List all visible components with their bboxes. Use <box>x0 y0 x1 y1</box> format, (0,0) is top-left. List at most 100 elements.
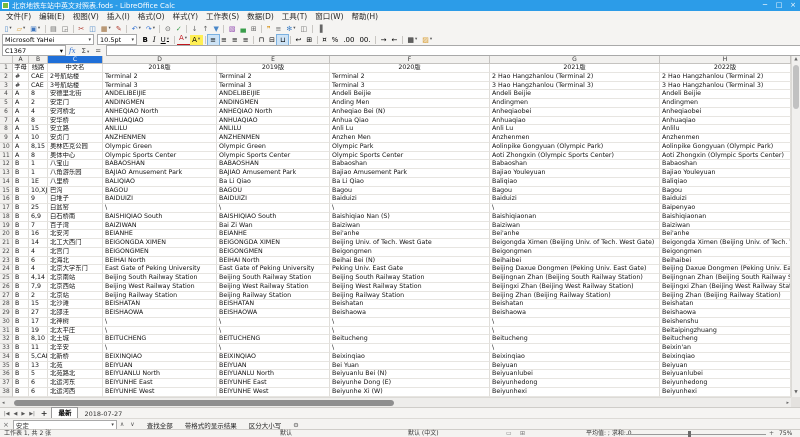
cell[interactable]: 4 <box>29 265 48 274</box>
cell[interactable]: Baiziwan <box>330 222 490 231</box>
cell[interactable]: 北京南站 <box>48 274 103 283</box>
cell[interactable]: Beiyunhexi <box>660 388 791 397</box>
row-header-19[interactable]: 19 <box>0 222 13 231</box>
cell[interactable]: \ <box>330 204 490 213</box>
function-wizard-button[interactable]: fx <box>66 47 79 55</box>
sidebar-button[interactable]: ▐ <box>315 24 325 34</box>
cell[interactable]: BAJIAO Amusement Park <box>103 169 217 178</box>
cell[interactable]: 17 <box>29 318 48 327</box>
cell[interactable]: 北京西站 <box>48 283 103 292</box>
cell[interactable]: BAIZIWAN <box>103 222 217 231</box>
cell[interactable]: 八宝山 <box>48 160 103 169</box>
cell[interactable]: Bai Zi Wan <box>217 222 330 231</box>
row-header-37[interactable]: 37 <box>0 379 13 388</box>
cell[interactable]: BEIYUAN <box>103 362 217 371</box>
cell[interactable]: BEIHAI North <box>217 257 330 266</box>
cell[interactable]: Beijing Daxue Dongmen (Peking Univ. East… <box>490 265 660 274</box>
cell[interactable]: B <box>13 335 29 344</box>
cell[interactable]: B <box>13 239 29 248</box>
column-header-D[interactable]: D <box>103 56 217 64</box>
cell[interactable]: 4 <box>29 108 48 117</box>
cell[interactable]: 白堆子 <box>48 195 103 204</box>
cell[interactable]: B <box>13 309 29 318</box>
row-header-30[interactable]: 30 <box>0 318 13 327</box>
cell[interactable]: B <box>13 318 29 327</box>
cell[interactable]: 3号航站楼 <box>48 82 103 91</box>
cell[interactable]: Beigongmen <box>330 248 490 257</box>
find-all-button[interactable]: 查找全部 <box>144 420 176 430</box>
menu-item-9[interactable]: 窗口(W) <box>311 11 347 23</box>
cell[interactable]: 6,9 <box>29 213 48 222</box>
cell[interactable]: Olympic Park <box>330 143 490 152</box>
cell[interactable]: BEISHAOWA <box>217 309 330 318</box>
spelling-button[interactable]: ✓ <box>173 24 184 34</box>
cell[interactable]: Babaoshan <box>490 160 660 169</box>
cell[interactable]: 线路 <box>29 64 48 73</box>
cell[interactable]: Peking Univ. East Gate <box>330 265 490 274</box>
cell[interactable]: Beijing South Railway Station <box>103 274 217 283</box>
font-name-combobox[interactable]: Microsoft YaHei ▾ <box>2 34 94 45</box>
cell[interactable]: Beishaowa <box>490 309 660 318</box>
cell[interactable]: Bei Yuan <box>330 362 490 371</box>
cell[interactable]: Anding Men <box>330 99 490 108</box>
cell[interactable]: A <box>13 134 29 143</box>
cut-button[interactable]: ✂ <box>76 24 87 34</box>
formatted-display-checkbox[interactable]: 带格式的显示结果 <box>182 420 240 430</box>
row-header-38[interactable]: 38 <box>0 388 13 397</box>
cell[interactable]: Terminal 3 <box>217 82 330 91</box>
cell[interactable]: 安立路 <box>48 125 103 134</box>
cell[interactable]: \ <box>330 344 490 353</box>
cell[interactable]: B <box>13 187 29 196</box>
cell[interactable]: 1E <box>29 178 48 187</box>
cell[interactable]: A <box>13 117 29 126</box>
menu-item-4[interactable]: 格式(O) <box>134 11 169 23</box>
cell[interactable]: 2 Hao Hangzhanlou (Terminal 2) <box>490 73 660 82</box>
row-header-18[interactable]: 18 <box>0 213 13 222</box>
open-button[interactable]: ▱▾ <box>14 24 28 34</box>
cell[interactable]: Aoti Zhongxin (Olympic Sports Center) <box>490 152 660 161</box>
last-sheet-icon[interactable]: ▶| <box>27 411 37 417</box>
cell[interactable]: Beigongda Ximen (Beijing Univ. of Tech. … <box>660 239 791 248</box>
cell[interactable]: Beijingnan Zhan (Beijing South Railway S… <box>660 274 791 283</box>
cell[interactable]: Beishenshu <box>660 318 791 327</box>
cell[interactable]: Beiyuan <box>660 362 791 371</box>
cell[interactable]: # <box>13 73 29 82</box>
cell[interactable]: 5,CAE <box>29 353 48 362</box>
name-box[interactable]: C1367 ▾ <box>2 45 66 56</box>
row-header-17[interactable]: 17 <box>0 204 13 213</box>
cell[interactable]: 安定门 <box>48 99 103 108</box>
column-header-A[interactable]: A <box>13 56 29 64</box>
cell[interactable]: Bajiao Youleyuan <box>490 169 660 178</box>
row-header-21[interactable]: 21 <box>0 239 13 248</box>
row-header-29[interactable]: 29 <box>0 309 13 318</box>
cell[interactable]: Bei'anhe <box>660 230 791 239</box>
cell[interactable]: 字母 <box>13 64 29 73</box>
cell[interactable]: Terminal 2 <box>330 73 490 82</box>
cell[interactable]: 北京大学东门 <box>48 265 103 274</box>
cell[interactable]: Beijing West Railway Station <box>103 283 217 292</box>
cell[interactable]: 2 <box>29 99 48 108</box>
cell[interactable]: 北海北 <box>48 257 103 266</box>
cell[interactable]: \ <box>103 318 217 327</box>
cell[interactable]: Beigongmen <box>490 248 660 257</box>
cell[interactable]: \ <box>103 327 217 336</box>
cell[interactable]: 北邵洼 <box>48 309 103 318</box>
cell[interactable]: ANDINGMEN <box>103 99 217 108</box>
cell[interactable]: BEIGONGDA XIMEN <box>103 239 217 248</box>
cell[interactable]: 北苑 <box>48 362 103 371</box>
cell[interactable]: B <box>13 195 29 204</box>
cell[interactable]: Beiyuan <box>490 362 660 371</box>
cell[interactable]: \ <box>330 327 490 336</box>
split-window-button[interactable]: ◫ <box>298 24 310 34</box>
menu-item-1[interactable]: 编辑(E) <box>35 11 69 23</box>
cell[interactable]: \ <box>103 344 217 353</box>
close-button[interactable]: × <box>786 0 800 11</box>
cell[interactable]: 白石桥南 <box>48 213 103 222</box>
cell[interactable]: 2020版 <box>330 64 490 73</box>
cell[interactable]: BEIYUANLU North <box>217 370 330 379</box>
cell[interactable]: BEITUCHENG <box>217 335 330 344</box>
cell[interactable]: \ <box>103 204 217 213</box>
cell[interactable]: Anzhen Men <box>330 134 490 143</box>
row-header-13[interactable]: 13 <box>0 169 13 178</box>
cell[interactable]: Beihaibei <box>490 257 660 266</box>
